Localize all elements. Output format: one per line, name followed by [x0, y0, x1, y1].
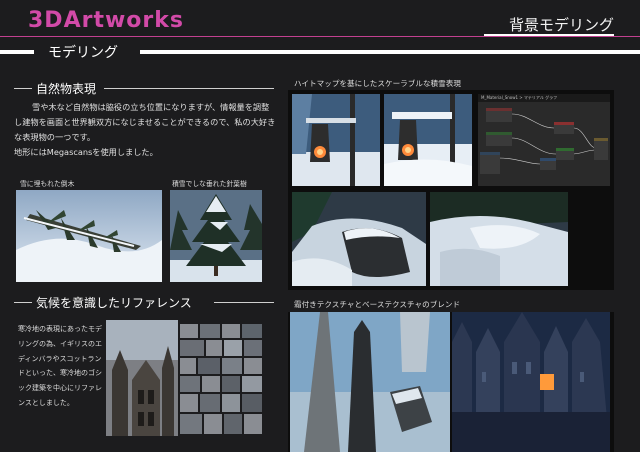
caption-fallen-tree: 雪に埋もれた倒木	[20, 180, 75, 188]
nature-paragraph-2: 地形にはMegascansを使用しました。	[14, 147, 158, 157]
image-reference-church	[106, 320, 178, 436]
image-frost-spires	[290, 312, 450, 452]
nature-description: 雪や木など自然物は脇役の立ち位置になりますが、情報量を調整し建物を画面と世界観双…	[14, 100, 276, 160]
section-title: モデリング	[42, 42, 124, 62]
image-snow-rocks-2	[430, 192, 568, 286]
nature-heading: 自然物表現	[36, 82, 97, 96]
image-snow-rocks-1	[292, 192, 426, 286]
image-lantern-2	[384, 94, 472, 186]
image-frost-castle	[452, 312, 610, 452]
node-graph-title: M_Material_Snow1 > マテリアル グラフ	[481, 95, 558, 100]
climate-heading: 気候を意識したリファレンス	[36, 296, 192, 310]
climate-heading-line-left	[14, 302, 32, 303]
page-title: 背景モデリング	[508, 16, 614, 34]
frost-caption: 霜付きテクスチャとベーステクスチャのブレンド	[294, 300, 461, 309]
page-title-underline	[484, 34, 614, 36]
image-lantern-1	[292, 94, 380, 186]
nature-paragraph-1: 雪や木など自然物は脇役の立ち位置になりますが、情報量を調整し建物を画面と世界観双…	[14, 102, 276, 142]
image-fallen-tree	[16, 190, 162, 282]
brand-rule	[0, 36, 640, 37]
snow-caption: ハイトマップを基にしたスケーラブルな積雪表現	[294, 79, 461, 88]
caption-snowy-conifer: 積雪でしな垂れた針葉樹	[172, 180, 247, 188]
climate-description: 寒冷地の表現にあったモデリングの為、イギリスのエディンバラやスコットランドといっ…	[18, 325, 102, 407]
image-reference-collage	[178, 322, 264, 436]
brand-logo: 3DArtworks	[28, 8, 184, 33]
image-material-node-graph: M_Material_Snow1 > マテリアル グラフ	[478, 94, 610, 186]
climate-heading-line-right	[214, 302, 274, 303]
heading-line-right	[104, 88, 274, 89]
heading-line-left	[14, 88, 32, 89]
image-snowy-conifer	[170, 190, 262, 282]
